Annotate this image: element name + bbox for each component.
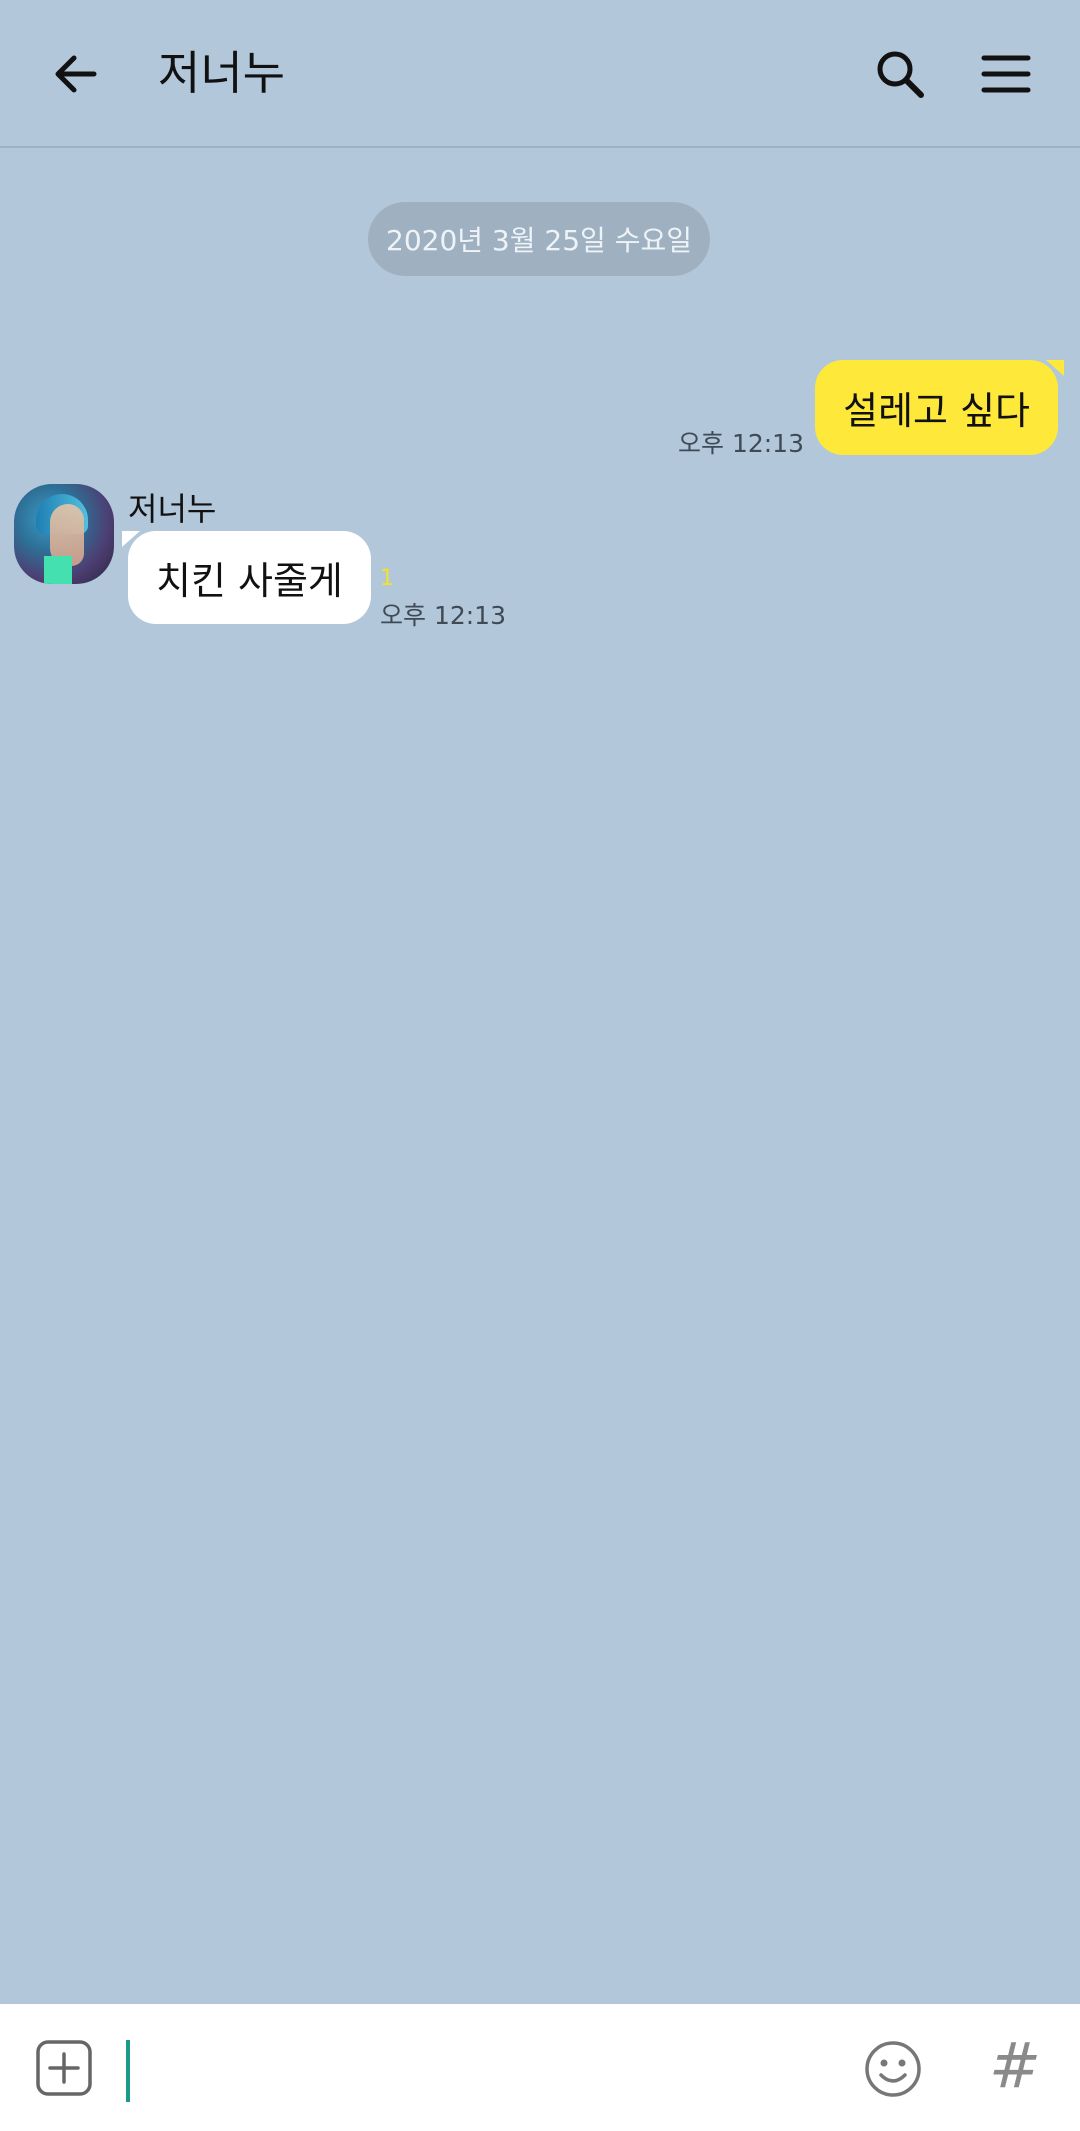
sender-name: 저너누: [128, 490, 217, 528]
back-button[interactable]: [40, 38, 112, 110]
search-button[interactable]: [864, 38, 936, 110]
menu-icon: [981, 55, 1031, 93]
outgoing-message-time: 오후 12:13: [678, 429, 804, 458]
arrow-left-icon: [55, 55, 97, 93]
incoming-message-time: 오후 12:13: [380, 601, 506, 630]
emoji-button[interactable]: [862, 2038, 924, 2100]
avatar[interactable]: [14, 484, 114, 584]
menu-button[interactable]: [970, 38, 1042, 110]
emoji-icon: [865, 2041, 921, 2097]
chat-title: 저너누: [158, 46, 285, 100]
message-input[interactable]: [126, 2040, 130, 2102]
outgoing-message-bubble[interactable]: 설레고 싶다: [815, 360, 1058, 455]
plus-box-icon: [36, 2040, 92, 2096]
search-icon: [877, 51, 924, 98]
message-composer: #: [0, 2004, 1080, 2131]
attach-button[interactable]: [34, 2038, 94, 2098]
date-divider: 2020년 3월 25일 수요일: [368, 202, 710, 276]
unread-count-badge: 1: [380, 566, 394, 591]
hashtag-button[interactable]: #: [980, 2029, 1050, 2102]
chat-header: 저너누: [0, 0, 1080, 148]
incoming-message-bubble[interactable]: 치킨 사줄게: [128, 531, 371, 624]
